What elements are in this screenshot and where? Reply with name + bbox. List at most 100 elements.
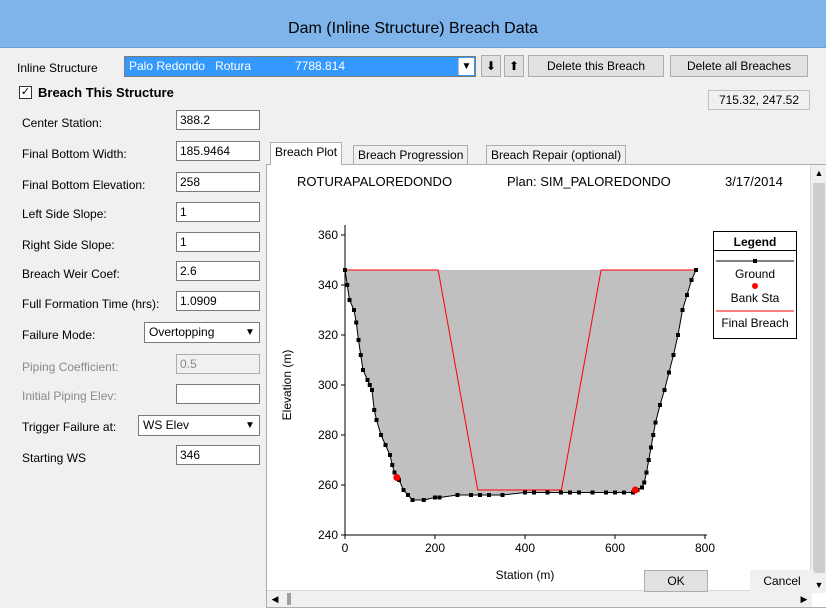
ground-point [694, 268, 698, 272]
piping-coefficient-label: Piping Coefficient: [22, 360, 119, 374]
window-titlebar[interactable]: Dam (Inline Structure) Breach Data [0, 0, 826, 48]
ground-point [689, 278, 694, 282]
ground-point [433, 495, 437, 500]
plot-vertical-scrollbar[interactable]: ▲ ▼ [810, 165, 826, 593]
right-side-slope-input[interactable]: 1 [176, 232, 260, 252]
ground-point [642, 480, 647, 485]
x-tick-label: 600 [605, 541, 625, 555]
inline-structure-combo[interactable]: Palo Redondo Rotura 7788.814 ▼ [124, 56, 476, 77]
ground-point [354, 320, 359, 325]
ground-point [469, 493, 473, 497]
failure-mode-select[interactable]: Overtopping ▼ [144, 322, 260, 343]
move-up-button[interactable]: ⬆ [504, 55, 524, 77]
legend-ground-swatch [716, 259, 794, 263]
horizontal-scroll-thumb[interactable] [287, 593, 291, 605]
starting-ws-input[interactable]: 346 [176, 445, 260, 465]
chevron-down-icon[interactable]: ▼ [458, 58, 474, 75]
breach-checkbox[interactable]: ✓ [19, 86, 32, 99]
inline-structure-label: Inline Structure [17, 61, 98, 75]
right-side-slope-label: Right Side Slope: [22, 238, 115, 252]
legend-bank-swatch [752, 283, 758, 289]
y-tick-label: 300 [318, 378, 338, 392]
y-tick-label: 260 [318, 478, 338, 492]
initial-piping-elev-input [176, 384, 260, 404]
ground-point [390, 463, 395, 467]
breach-plot-panel: ROTURAPALOREDONDO Plan: SIM_PALOREDONDO … [266, 164, 826, 608]
ground-point [437, 495, 442, 500]
bank-station-point [393, 474, 401, 481]
ok-button[interactable]: OK [644, 570, 708, 592]
ground-point [388, 453, 392, 457]
ground-point [478, 493, 482, 497]
breach-checkbox-label: Breach This Structure [38, 85, 174, 100]
left-side-slope-input[interactable]: 1 [176, 202, 260, 222]
full-formation-time-input[interactable]: 1.0909 [176, 291, 260, 311]
ground-point [367, 383, 372, 387]
tab-breach-repair[interactable]: Breach Repair (optional) [486, 145, 627, 165]
failure-mode-value: Overtopping [149, 325, 215, 339]
ground-point [410, 498, 415, 502]
ground-point [347, 298, 352, 302]
ground-point [604, 490, 608, 495]
tab-breach-progression[interactable]: Breach Progression [353, 145, 469, 165]
ground-point [590, 490, 595, 495]
ground-point [667, 370, 671, 375]
ground-point [532, 490, 536, 495]
ground-point [356, 338, 361, 342]
ground-point [622, 490, 626, 495]
delete-all-breaches-button[interactable]: Delete all Breaches [670, 55, 808, 77]
cursor-coordinates: 715.32, 247.52 [708, 90, 810, 110]
ground-point [401, 488, 406, 492]
delete-this-breach-button[interactable]: Delete this Breach [528, 55, 664, 77]
left-side-slope-label: Left Side Slope: [22, 207, 107, 221]
x-axis-title: Station (m) [496, 568, 555, 582]
ground-point [500, 493, 505, 497]
y-tick-label: 340 [318, 278, 338, 292]
inline-structure-river: Palo Redondo [129, 59, 206, 73]
ground-point [372, 408, 377, 412]
legend-breach-swatch [716, 310, 794, 312]
final-bottom-elevation-label: Final Bottom Elevation: [22, 178, 146, 192]
ground-point [523, 490, 527, 495]
ground-point [640, 485, 644, 490]
legend-bank-label: Bank Sta [730, 291, 780, 305]
chevron-down-icon[interactable]: ▼ [242, 417, 258, 434]
ground-point [379, 433, 383, 437]
ground-point [361, 368, 365, 372]
ground-point [383, 443, 388, 447]
water-fill-area [345, 270, 696, 500]
failure-mode-label: Failure Mode: [22, 328, 96, 342]
dialog-body: Inline Structure Palo Redondo Rotura 778… [8, 48, 826, 608]
final-bottom-elevation-input[interactable]: 258 [176, 172, 260, 192]
cancel-button[interactable]: Cancel [750, 570, 814, 592]
chevron-down-icon[interactable]: ▼ [242, 324, 258, 341]
plot-horizontal-scrollbar[interactable]: ◀ ▶ [267, 590, 812, 607]
trigger-failure-value: WS Elev [143, 418, 190, 432]
y-tick-label: 280 [318, 428, 338, 442]
scroll-left-icon[interactable]: ◀ [267, 591, 283, 607]
arrow-down-icon: ⬇ [485, 59, 497, 73]
ground-point [662, 388, 667, 392]
scroll-up-icon[interactable]: ▲ [811, 165, 826, 181]
tab-breach-plot[interactable]: Breach Plot [270, 142, 343, 165]
ground-point [343, 268, 347, 272]
ground-point [559, 490, 563, 495]
final-bottom-width-input[interactable]: 185.9464 [176, 141, 260, 161]
window-title: Dam (Inline Structure) Breach Data [288, 20, 538, 37]
ground-point [545, 490, 550, 495]
scroll-right-icon[interactable]: ▶ [796, 591, 812, 607]
ground-point [685, 293, 689, 297]
ground-point [644, 470, 649, 475]
ground-point [676, 333, 680, 337]
trigger-failure-select[interactable]: WS Elev ▼ [138, 415, 260, 436]
vertical-scroll-thumb[interactable] [813, 183, 825, 573]
x-tick-label: 200 [425, 541, 445, 555]
ground-point [421, 498, 426, 502]
starting-ws-label: Starting WS [22, 451, 87, 465]
move-down-button[interactable]: ⬇ [481, 55, 501, 77]
breach-weir-coef-input[interactable]: 2.6 [176, 261, 260, 281]
ground-point [646, 458, 651, 462]
center-station-input[interactable]: 388.2 [176, 110, 260, 130]
arrow-up-icon: ⬆ [508, 59, 520, 73]
piping-coefficient-input: 0.5 [176, 354, 260, 374]
